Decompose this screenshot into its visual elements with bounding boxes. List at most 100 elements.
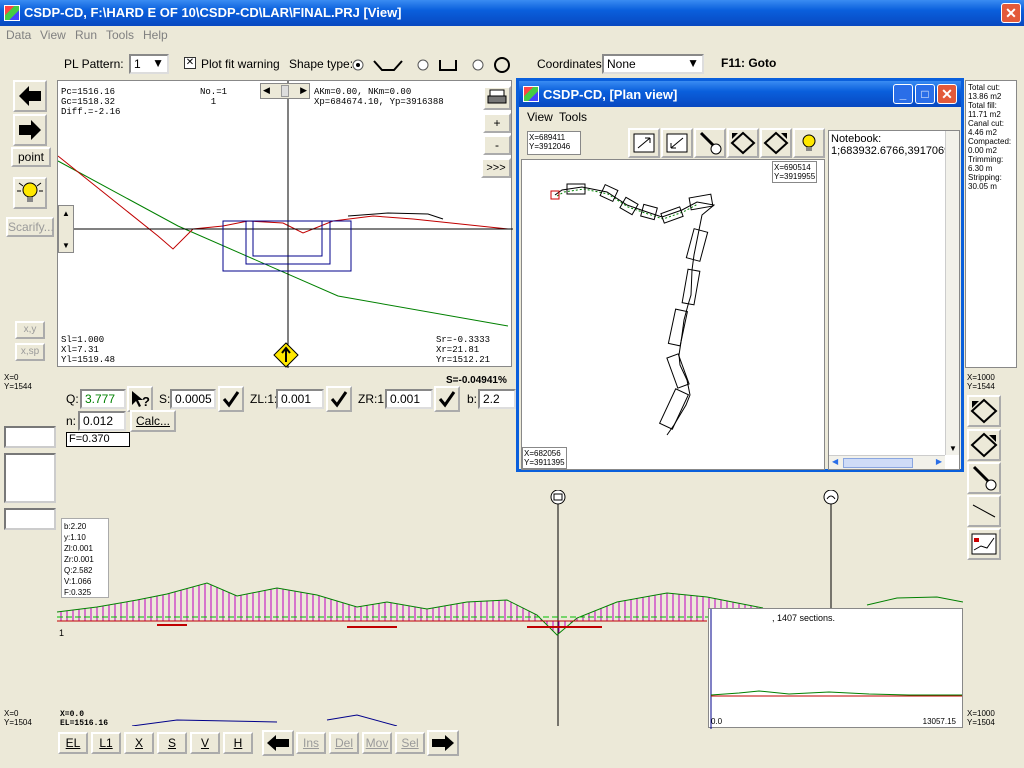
plan-menu-view[interactable]: View	[527, 110, 553, 124]
hint-button[interactable]	[13, 177, 47, 209]
zl-input[interactable]: 0.001	[276, 389, 324, 409]
overview-start: 0.0	[711, 717, 723, 726]
menu-tools[interactable]: Tools	[106, 28, 134, 42]
slope-text: S=-0.04941%	[446, 375, 507, 386]
options-bar: PL Pattern: 1 ▼ ✕ Plot fit warning Shape …	[56, 50, 966, 78]
horizontal-scrollbar[interactable]: ◀ ▶	[260, 83, 310, 99]
s-input[interactable]: 0.0005	[170, 389, 216, 409]
prev-section-button[interactable]	[262, 730, 294, 756]
plan-hint-button[interactable]	[793, 128, 825, 158]
scroll-left-icon[interactable]: ◀	[832, 457, 838, 466]
plan-close-button[interactable]: ✕	[937, 84, 957, 104]
menu-run[interactable]: Run	[75, 28, 97, 42]
plan-map-canvas[interactable]: X=682056 Y=3911395 X=690514 Y=3919955	[521, 159, 825, 470]
select-button[interactable]: Sel	[395, 732, 425, 754]
scroll-right-icon[interactable]: ▶	[300, 85, 307, 96]
chevron-down-icon: ▼	[687, 56, 699, 70]
move-button[interactable]: Mov	[362, 732, 392, 754]
el-button[interactable]: EL	[58, 732, 88, 754]
notebook-panel[interactable]: Notebook: 1;683932.6766,3917069 ▼ ◀ ▶	[828, 130, 960, 470]
checkmark-icon	[222, 391, 240, 408]
lightbulb-icon	[17, 182, 43, 202]
insert-button[interactable]: Ins	[296, 732, 326, 754]
scarify-button[interactable]: Scarify...	[6, 217, 54, 237]
plan-view-window[interactable]: CSDP-CD, [Plan view] _ □ ✕ View Tools X=…	[516, 78, 964, 472]
pl-pattern-select[interactable]: 1 ▼	[129, 54, 169, 74]
left-input-box-3[interactable]	[4, 508, 56, 530]
plot-fit-warning-checkbox[interactable]: ✕	[184, 57, 196, 69]
forward-arrow-button[interactable]	[13, 114, 47, 146]
left-input-box-1[interactable]	[4, 426, 56, 448]
zl-label: ZL:1:	[250, 392, 278, 406]
xy-button[interactable]: x,y	[15, 321, 45, 339]
scroll-right-icon[interactable]: ▶	[936, 457, 942, 466]
plan-zoom-extent-button[interactable]	[628, 128, 660, 158]
zoom-in-button[interactable]: +	[483, 113, 511, 133]
profile-position: X=0.0 EL=1516.16	[60, 710, 109, 728]
calc-button[interactable]: Calc...	[130, 410, 176, 432]
menu-data[interactable]: Data	[6, 28, 31, 42]
scroll-down-icon[interactable]: ▼	[949, 444, 957, 453]
n-input[interactable]: 0.012	[78, 411, 126, 431]
left-input-box-2[interactable]	[4, 453, 56, 503]
coordinates-select[interactable]: None ▼	[602, 54, 704, 74]
plan-view-title: CSDP-CD, [Plan view]	[543, 87, 678, 102]
s-apply-button[interactable]	[218, 386, 244, 412]
x-button[interactable]: X	[124, 732, 154, 754]
cross-section-panel[interactable]: ▲ ▼ ◀ ▶ Pc=1516.16 Gc=1518.32 Diff.=-2.16 …	[57, 80, 513, 368]
q-help-button[interactable]: ?	[127, 386, 153, 412]
plan-menu-tools[interactable]: Tools	[559, 110, 587, 124]
close-button[interactable]: ✕	[1001, 3, 1021, 23]
menu-view[interactable]: View	[40, 28, 66, 42]
print-button[interactable]	[483, 86, 511, 110]
l1-button[interactable]: L1	[91, 732, 121, 754]
profile-tool-button[interactable]	[967, 528, 1001, 560]
back-arrow-button[interactable]	[13, 80, 47, 112]
overview-panel[interactable]: , 1407 sections. 0.0 13057.15	[708, 608, 963, 729]
scroll-down-icon[interactable]: ▼	[59, 238, 73, 254]
scroll-thumb[interactable]	[843, 458, 913, 468]
diamond-arrow-icon	[970, 432, 998, 458]
zr-apply-button[interactable]	[434, 386, 460, 412]
graph-icon	[971, 533, 997, 555]
zl-apply-button[interactable]	[326, 386, 352, 412]
xsp-button[interactable]: x,sp	[15, 343, 45, 361]
menu-help[interactable]: Help	[143, 28, 168, 42]
scroll-thumb[interactable]	[281, 85, 289, 97]
rotate-left-button[interactable]	[967, 395, 1001, 427]
froude-value: F=0.370	[66, 432, 130, 447]
q-input[interactable]: 3.777	[80, 389, 126, 409]
more-button[interactable]: >>>	[481, 158, 511, 178]
diamond-arrow-icon	[970, 398, 998, 424]
zoom-out-button[interactable]: -	[483, 135, 511, 155]
line-tool-button[interactable]	[967, 495, 1001, 527]
plan-bottom-left-coords: X=682056 Y=3911395	[522, 447, 567, 469]
scroll-left-icon[interactable]: ◀	[263, 85, 270, 96]
notebook-hscroll[interactable]: ◀ ▶	[829, 455, 945, 469]
shape-type-options[interactable]	[350, 54, 510, 76]
rotate-right-button[interactable]	[967, 429, 1001, 461]
s-button[interactable]: S	[157, 732, 187, 754]
arrow-right-icon	[19, 120, 41, 140]
left-bottom-coords: X=0 Y=1504	[4, 709, 32, 727]
scroll-up-icon[interactable]: ▲	[59, 206, 73, 222]
zr-input[interactable]: 0.001	[385, 389, 433, 409]
plan-zoom-window-button[interactable]	[661, 128, 693, 158]
maximize-button[interactable]: □	[915, 84, 935, 104]
point-button[interactable]: point	[11, 147, 51, 167]
next-section-button[interactable]	[427, 730, 459, 756]
help-cursor-icon: ?	[132, 391, 150, 409]
b-input[interactable]: 2.2	[478, 389, 516, 409]
title-bar: CSDP-CD, F:\HARD E OF 10\CSDP-CD\LAR\FIN…	[0, 0, 1024, 26]
notebook-vscroll[interactable]: ▼	[945, 131, 959, 455]
plan-pick-button[interactable]	[694, 128, 726, 158]
plan-rotate-left-button[interactable]	[727, 128, 759, 158]
h-button[interactable]: H	[223, 732, 253, 754]
plan-rotate-right-button[interactable]	[760, 128, 792, 158]
delete-button[interactable]: Del	[329, 732, 359, 754]
vertical-scrollbar[interactable]: ▲ ▼	[58, 205, 74, 253]
overview-end: 13057.15	[922, 717, 956, 726]
v-button[interactable]: V	[190, 732, 220, 754]
minimize-button[interactable]: _	[893, 84, 913, 104]
pick-tool-button[interactable]	[967, 462, 1001, 494]
